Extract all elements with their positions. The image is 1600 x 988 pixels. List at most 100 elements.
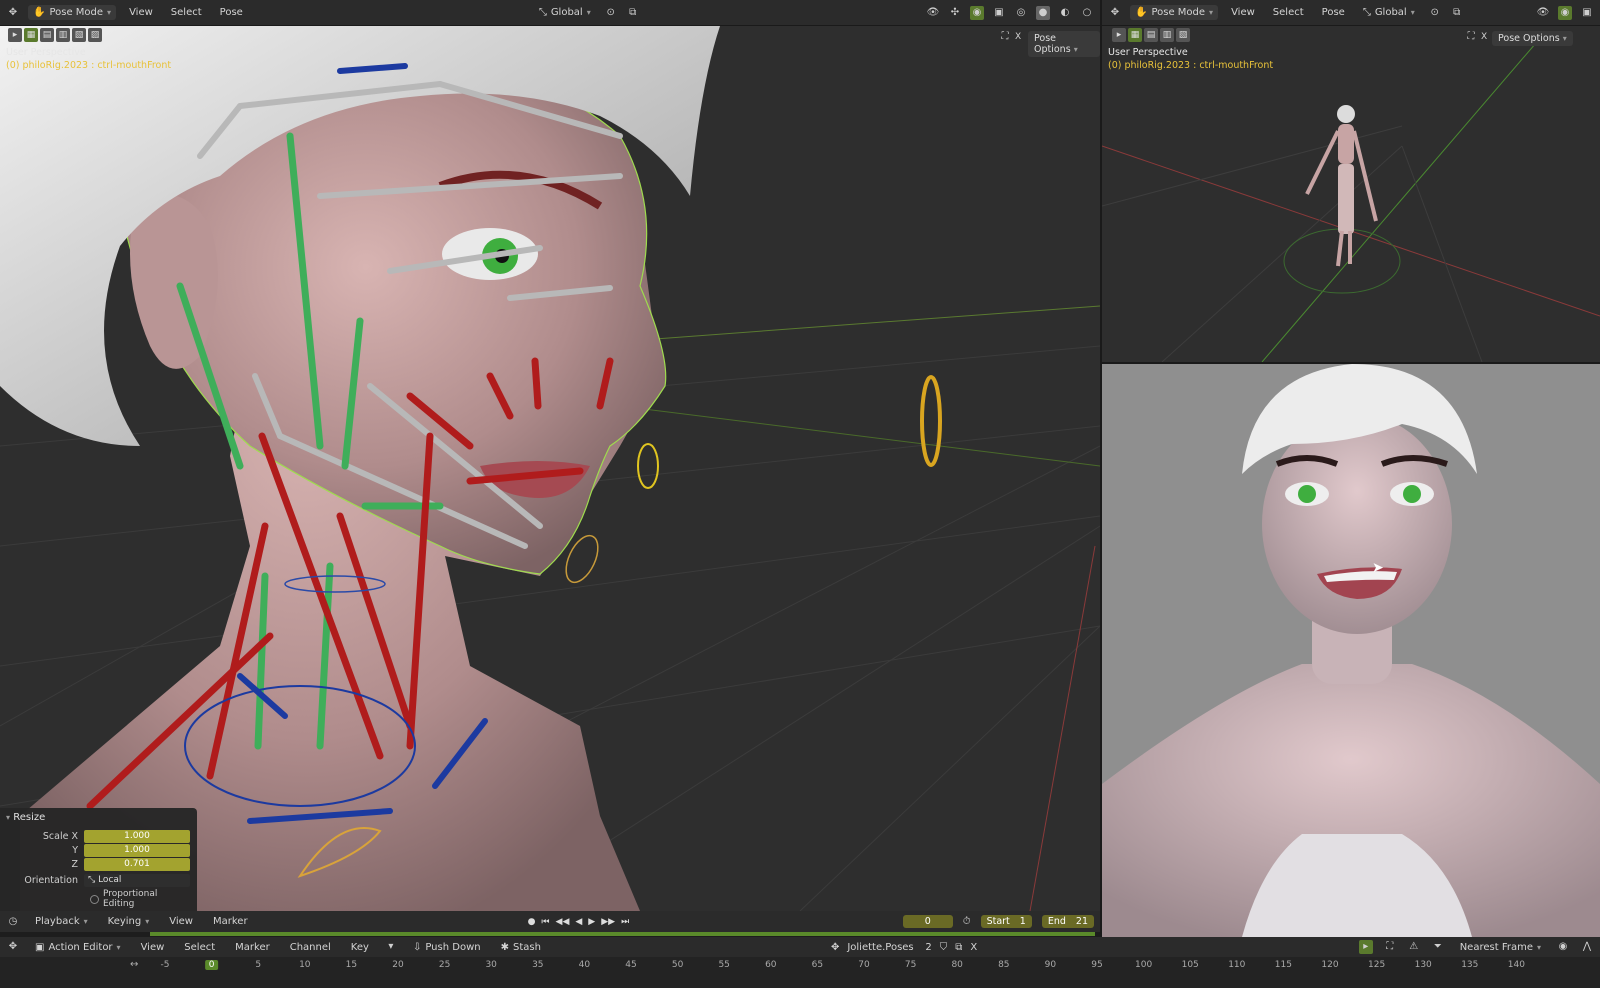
mode-selector[interactable]: ✋ Pose Mode ▾	[28, 5, 117, 20]
menu-view[interactable]: View	[1226, 5, 1260, 20]
select-intersect-icon[interactable]: ▨	[88, 28, 102, 42]
render-preview-viewport[interactable]: ➤	[1102, 364, 1600, 937]
menu-view[interactable]: View	[124, 5, 158, 20]
proportional-icon[interactable]: ◉	[1556, 940, 1570, 954]
filter-icon[interactable]: ▾	[384, 940, 398, 954]
pose-options-dropdown[interactable]: Pose Options ▾	[1492, 31, 1573, 46]
visibility-icon[interactable]: 👁	[1536, 6, 1550, 20]
proportional-editing-toggle[interactable]: Proportional Editing	[90, 889, 191, 909]
menu-select[interactable]: Select	[1268, 5, 1309, 20]
menu-view[interactable]: View	[164, 914, 198, 929]
play-icon[interactable]: ▶	[588, 917, 595, 927]
orientation-dropdown[interactable]: ⤡ Local	[84, 873, 190, 887]
menu-marker[interactable]: Marker	[230, 940, 275, 955]
push-down-button[interactable]: ⇩ Push Down	[408, 940, 486, 955]
next-keyframe-icon[interactable]: ▶▶	[601, 917, 615, 927]
select-invert-icon[interactable]: ▧	[72, 28, 86, 42]
material-shading-icon[interactable]: ◐	[1058, 6, 1072, 20]
solid-shading-icon[interactable]: ●	[1036, 5, 1050, 20]
select-subtract-icon[interactable]: ▥	[1160, 28, 1174, 42]
overlay-icon[interactable]: ◉	[1558, 5, 1572, 20]
mode-selector[interactable]: ✋ Pose Mode ▾	[1130, 5, 1219, 20]
menu-pose[interactable]: Pose	[215, 5, 248, 20]
chevron-down-icon: ▾	[145, 917, 150, 926]
scale-y-field[interactable]: 1.000	[84, 843, 190, 857]
scale-x-field[interactable]: 1.000	[84, 829, 190, 843]
current-frame-field[interactable]: 0	[902, 915, 953, 928]
pivot-icon[interactable]: ⊙	[1428, 6, 1442, 20]
select-invert-icon[interactable]: ▧	[1176, 28, 1190, 42]
scroll-arrows-icon[interactable]: ↔	[130, 959, 138, 970]
menu-playback[interactable]: Playback ▾	[30, 914, 93, 929]
close-x-label[interactable]: X	[1481, 32, 1487, 42]
start-frame-field[interactable]: Start 1	[980, 915, 1032, 928]
resize-operator-panel: ▾ Resize Scale X 1.000 Y 1.000 Z 0.701 O…	[0, 808, 197, 911]
gizmo-toggle-icon[interactable]: ⛶	[1464, 30, 1478, 44]
menu-select[interactable]: Select	[179, 940, 220, 955]
orientation-row: Orientation ⤡ Local	[6, 873, 191, 887]
filter-funnel-icon[interactable]: ⏷	[1431, 940, 1445, 954]
snap-icon[interactable]: ⧉	[626, 6, 640, 20]
menu-marker[interactable]: Marker	[208, 914, 253, 929]
jump-start-icon[interactable]: ⏮	[541, 917, 549, 927]
only-selected-icon[interactable]: ▸	[1358, 940, 1373, 954]
menu-view[interactable]: View	[136, 940, 170, 955]
duplicate-action-icon[interactable]: ⧉	[955, 942, 962, 953]
action-selector[interactable]: ✥ Joliette.Poses 2 ⛉ ⧉ X	[826, 940, 982, 955]
fake-user-shield-icon[interactable]: ⛉	[940, 942, 948, 953]
menu-channel[interactable]: Channel	[285, 940, 336, 955]
falloff-icon[interactable]: ⋀	[1580, 940, 1594, 954]
snap-icon[interactable]: ⧉	[1450, 6, 1464, 20]
transform-orientation-dropdown[interactable]: ⤡ Global ▾	[1358, 5, 1420, 20]
unlink-action-icon[interactable]: X	[970, 942, 977, 953]
menu-keying[interactable]: Keying ▾	[103, 914, 155, 929]
play-reverse-icon[interactable]: ◀	[575, 917, 582, 927]
transform-orientation-dropdown[interactable]: ⤡ Global ▾	[534, 5, 596, 20]
ruler-tick-label: 65	[811, 960, 824, 970]
menu-pose[interactable]: Pose	[1317, 5, 1350, 20]
pivot-icon[interactable]: ⊙	[604, 6, 618, 20]
menu-key[interactable]: Key	[346, 940, 374, 955]
clock-icon[interactable]: ◷	[6, 915, 20, 929]
face-mesh	[1262, 414, 1452, 634]
wireframe-shading-icon[interactable]: ◎	[1014, 6, 1028, 20]
render-shading-icon[interactable]: ○	[1080, 6, 1094, 20]
xray-icon[interactable]: ▣	[1580, 6, 1594, 20]
select-extend-icon[interactable]: ▤	[40, 28, 54, 42]
gizmo-toggle-icon[interactable]: ⛶	[998, 30, 1012, 44]
dope-sheet-icon[interactable]: ✥	[6, 940, 20, 954]
pose-options-dropdown[interactable]: Pose Options ▾	[1028, 31, 1100, 57]
scale-z-field[interactable]: 0.701	[84, 857, 190, 871]
select-tool-icon[interactable]: ▸	[1112, 28, 1126, 42]
editor-mode-dropdown[interactable]: ▣ Action Editor ▾	[30, 940, 126, 955]
show-hidden-icon[interactable]: ⛶	[1383, 940, 1397, 954]
select-subtract-icon[interactable]: ▥	[56, 28, 70, 42]
editor-type-icon[interactable]: ✥	[1108, 6, 1122, 20]
jump-end-icon[interactable]: ⏭	[621, 917, 629, 927]
select-box-icon[interactable]: ▦	[24, 28, 38, 42]
main-viewport-header: ✥ ✋ Pose Mode ▾ View Select Pose ⤡ Globa…	[0, 0, 1100, 26]
main-3d-viewport[interactable]: User Perspective (0) philoRig.2023 : ctr…	[0, 26, 1100, 911]
menu-select[interactable]: Select	[166, 5, 207, 20]
close-x-label[interactable]: X	[1015, 32, 1021, 42]
overview-3d-viewport[interactable]: User Perspective (0) philoRig.2023 : ctr…	[1102, 26, 1600, 362]
xray-icon[interactable]: ▣	[992, 6, 1006, 20]
visibility-icon[interactable]: 👁	[926, 6, 940, 20]
select-tool-icon[interactable]: ▸	[8, 28, 22, 42]
ruler-tick-label: 20	[392, 960, 404, 970]
select-box-icon[interactable]: ▦	[1128, 28, 1142, 42]
stopwatch-icon[interactable]: ⏱	[963, 916, 971, 927]
frame-ruler[interactable]: ↔ -5 0 5 10 15 20 25 30 35 40 45 50 55 60 65 70 75 80 85 90…	[0, 957, 1600, 988]
errors-only-icon[interactable]: ⚠	[1407, 940, 1421, 954]
select-extend-icon[interactable]: ▤	[1144, 28, 1158, 42]
pose-mode-icon: ✋	[1135, 7, 1148, 18]
resize-panel-header[interactable]: ▾ Resize	[6, 812, 191, 823]
gizmo-icon[interactable]: ✣	[948, 6, 962, 20]
snap-mode-dropdown[interactable]: Nearest Frame ▾	[1455, 940, 1546, 955]
stash-button[interactable]: ✱ Stash	[496, 940, 546, 955]
prev-keyframe-icon[interactable]: ◀◀	[556, 917, 570, 927]
overlay-icon[interactable]: ◉	[970, 5, 984, 20]
end-frame-field[interactable]: End 21	[1041, 915, 1094, 928]
record-icon[interactable]: ●	[528, 917, 536, 927]
editor-type-icon[interactable]: ✥	[6, 6, 20, 20]
